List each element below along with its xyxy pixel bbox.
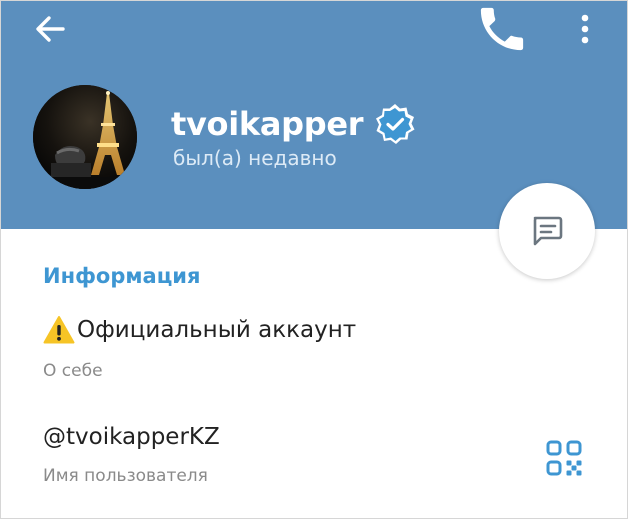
- info-section-title: Информация: [43, 264, 201, 288]
- profile-name-row: tvoikapper: [171, 99, 417, 149]
- qr-code-button[interactable]: [545, 439, 583, 477]
- send-message-button[interactable]: [499, 183, 595, 279]
- bio-text: Официальный аккаунт: [77, 317, 357, 343]
- username-value[interactable]: @tvoikapperKZ: [43, 424, 220, 450]
- avatar[interactable]: [33, 85, 137, 189]
- qr-code-icon: [546, 440, 582, 476]
- username-caption: Имя пользователя: [43, 466, 208, 486]
- profile-name: tvoikapper: [171, 105, 364, 143]
- arrow-left-icon: [36, 16, 65, 42]
- back-button[interactable]: [27, 9, 73, 49]
- bio-caption: О себе: [43, 361, 103, 381]
- warning-icon: [43, 316, 75, 344]
- avatar-photo: [33, 85, 137, 189]
- profile-screen: tvoikapper был(а) недавно Информация Офи…: [0, 0, 628, 519]
- message-icon: [533, 216, 563, 246]
- bio-row: Официальный аккаунт: [43, 315, 356, 345]
- verified-badge-icon: [376, 104, 415, 144]
- profile-status: был(а) недавно: [173, 146, 337, 170]
- call-button[interactable]: [479, 7, 525, 51]
- more-vertical-icon: [581, 14, 589, 44]
- phone-icon: [480, 7, 524, 51]
- more-options-button[interactable]: [567, 7, 603, 51]
